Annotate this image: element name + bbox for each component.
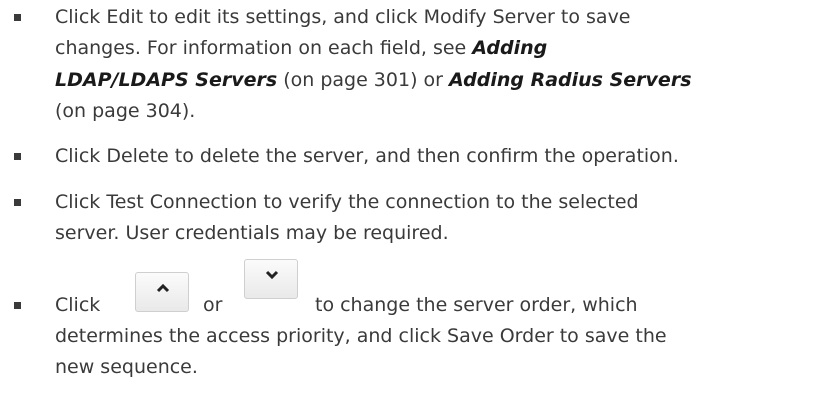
chevron-up-icon xyxy=(156,283,170,293)
text-segment: server. User credentials may be required… xyxy=(55,222,449,244)
or-text: or xyxy=(203,294,223,316)
page-reference-link: Adding Radius Servers xyxy=(449,69,692,91)
bullet-icon xyxy=(14,153,21,160)
after-buttons-text: to change the server order, which xyxy=(315,294,638,316)
bullet-icon xyxy=(14,14,21,21)
text-segment: (on page 301) or xyxy=(277,69,450,91)
text-segment: Click Test Connection to verify the conn… xyxy=(55,191,639,213)
text-segment: (on page 304). xyxy=(55,100,196,122)
text-line: (on page 304). xyxy=(55,100,195,122)
text-line: new sequence. xyxy=(55,356,198,378)
bullet-icon xyxy=(14,302,21,309)
text-line: changes. For information on each field, … xyxy=(55,37,547,59)
text-segment: Click Delete to delete the server, and t… xyxy=(55,145,679,167)
text-line: server. User credentials may be required… xyxy=(55,222,449,244)
text-segment: changes. For information on each field, … xyxy=(55,37,473,59)
move-down-button[interactable] xyxy=(244,259,298,299)
text-line: Click Delete to delete the server, and t… xyxy=(55,145,679,167)
chevron-down-icon xyxy=(265,270,279,280)
text-line: determines the access priority, and clic… xyxy=(55,325,667,347)
page-reference-link: LDAP/LDAPS Servers xyxy=(55,69,278,91)
click-text: Click xyxy=(55,294,101,316)
bullet-icon xyxy=(14,199,21,206)
text-line: Click Edit to edit its settings, and cli… xyxy=(55,6,631,28)
text-segment: Click Edit to edit its settings, and cli… xyxy=(55,6,631,28)
text-line: Click Test Connection to verify the conn… xyxy=(55,191,639,213)
text-line: LDAP/LDAPS Servers (on page 301) or Addi… xyxy=(55,69,692,91)
move-up-button[interactable] xyxy=(135,272,189,312)
page-reference-link: Adding xyxy=(472,37,548,59)
